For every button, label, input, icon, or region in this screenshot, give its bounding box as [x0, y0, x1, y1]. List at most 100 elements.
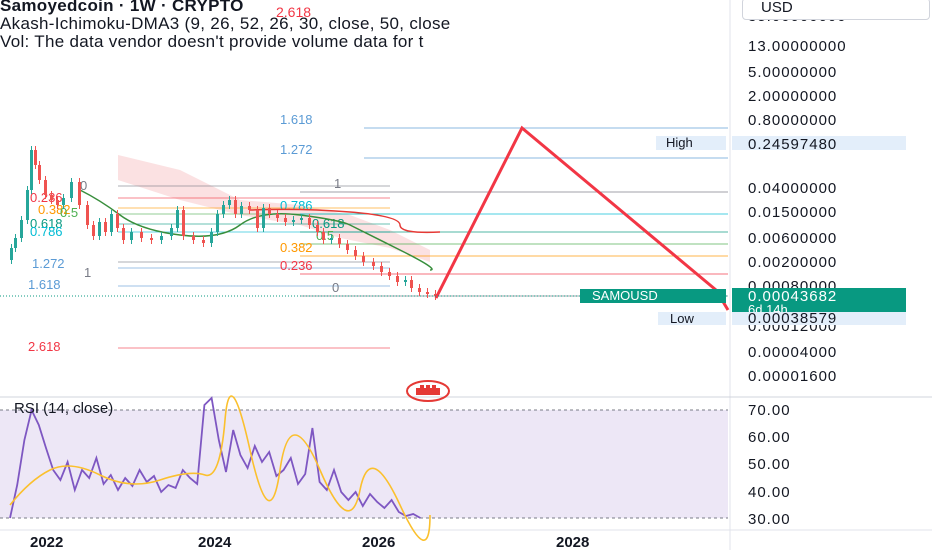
rsi-axis-label: 30.00	[748, 511, 791, 528]
candle	[240, 206, 243, 214]
candle	[176, 210, 179, 228]
rsi-axis-label: 50.00	[748, 456, 791, 473]
indicator-legend[interactable]: Akash-Ichimoku-DMA3 (9, 26, 52, 26, 30, …	[0, 14, 728, 34]
candle	[308, 218, 311, 225]
candle	[10, 248, 13, 260]
candle	[170, 228, 173, 236]
rsi-axis-label: 70.00	[748, 402, 791, 419]
high-value: 0.24597480	[748, 136, 837, 153]
fib-left-label: 1	[84, 265, 91, 280]
rsi-title: RSI (14, close)	[14, 400, 114, 417]
fib-right-label: 0.382	[280, 240, 313, 255]
candle	[268, 208, 271, 214]
candle	[26, 190, 29, 220]
candle	[160, 236, 163, 240]
candle	[78, 182, 81, 205]
price-axis-label: 0.00001600	[748, 368, 837, 385]
candle	[30, 150, 33, 190]
candle	[262, 208, 265, 228]
candle	[222, 205, 225, 214]
candle	[192, 236, 195, 240]
candle	[210, 232, 213, 243]
candle	[50, 195, 53, 200]
price-axis-label: 5.00000000	[748, 64, 837, 81]
price-axis-label: 2.00000000	[748, 88, 837, 105]
candle	[20, 220, 23, 238]
candle	[130, 232, 133, 240]
currency-selector[interactable]: USD	[742, 0, 930, 20]
fib-left-label: 0.5	[60, 205, 78, 220]
candle	[56, 200, 59, 205]
candle	[98, 222, 101, 236]
low-label: Low	[670, 311, 694, 326]
price-axis-label: 13.00000000	[748, 38, 847, 55]
candle	[404, 280, 407, 282]
candle	[182, 210, 185, 236]
candle	[86, 205, 89, 225]
candle	[316, 225, 319, 232]
candle	[140, 232, 143, 238]
candle	[410, 280, 413, 288]
fib-left-label: 1.618	[28, 277, 61, 292]
candle	[388, 272, 391, 276]
chart-canvas[interactable]: 35.0000000013.000000005.000000002.000000…	[0, 0, 932, 550]
candle	[62, 198, 65, 205]
fib-right-label: 0.786	[280, 198, 313, 213]
candle	[110, 214, 113, 232]
volume-note: Vol: The data vendor doesn't provide vol…	[0, 32, 424, 51]
candle	[284, 218, 287, 222]
candle	[228, 200, 231, 205]
candle	[202, 240, 205, 243]
rsi-axis-label: 40.00	[748, 484, 791, 501]
price-axis-label: 0.80000000	[748, 112, 837, 129]
price-axis-label: 0.04000000	[748, 180, 837, 197]
fib-right-label: 0	[332, 280, 339, 295]
candle	[418, 288, 421, 292]
price-axis-label: 0.00200000	[748, 254, 837, 271]
candle	[104, 222, 107, 232]
candle	[116, 214, 119, 228]
candle	[216, 214, 219, 232]
candle	[276, 214, 279, 218]
time-axis-label: 2024	[198, 534, 232, 550]
candle	[92, 225, 95, 236]
price-axis-label: 0.01500000	[748, 204, 837, 221]
candle	[70, 182, 73, 198]
candle	[354, 250, 357, 256]
fib-right-label: 1.272	[280, 142, 313, 157]
candle	[234, 200, 237, 214]
candle	[346, 244, 349, 250]
time-axis-label: 2028	[556, 534, 589, 550]
candle	[38, 165, 41, 180]
candle	[300, 218, 303, 220]
candle	[292, 220, 295, 222]
fib-left-label: 1.272	[32, 256, 65, 271]
symbol-badge: SAMOUSD	[592, 288, 658, 303]
price-axis-label: 0.00600000	[748, 230, 837, 247]
candle	[248, 206, 251, 210]
low-value: 0.00038579	[748, 310, 837, 327]
candle	[150, 238, 153, 240]
candle	[362, 256, 365, 262]
fib-right-label: 1.618	[280, 112, 313, 127]
candle	[338, 238, 341, 244]
candle	[426, 292, 429, 294]
rsi-band	[0, 410, 728, 518]
high-label: High	[666, 135, 693, 150]
candle	[372, 262, 375, 266]
candle	[330, 238, 333, 240]
candle	[14, 238, 17, 248]
tradingview-logo-icon	[406, 380, 450, 402]
fib-left-label: 0.786	[30, 224, 63, 239]
candle	[44, 180, 47, 195]
time-axis-label: 2022	[30, 534, 63, 550]
projection-drawing	[434, 125, 717, 299]
candle	[34, 150, 37, 165]
rsi-axis-label: 60.00	[748, 429, 791, 446]
candle	[122, 228, 125, 240]
candle	[380, 266, 383, 272]
price-axis-label: 0.00004000	[748, 344, 837, 361]
time-axis-label: 2026	[362, 534, 395, 550]
candle	[396, 276, 399, 282]
candle	[256, 210, 259, 228]
